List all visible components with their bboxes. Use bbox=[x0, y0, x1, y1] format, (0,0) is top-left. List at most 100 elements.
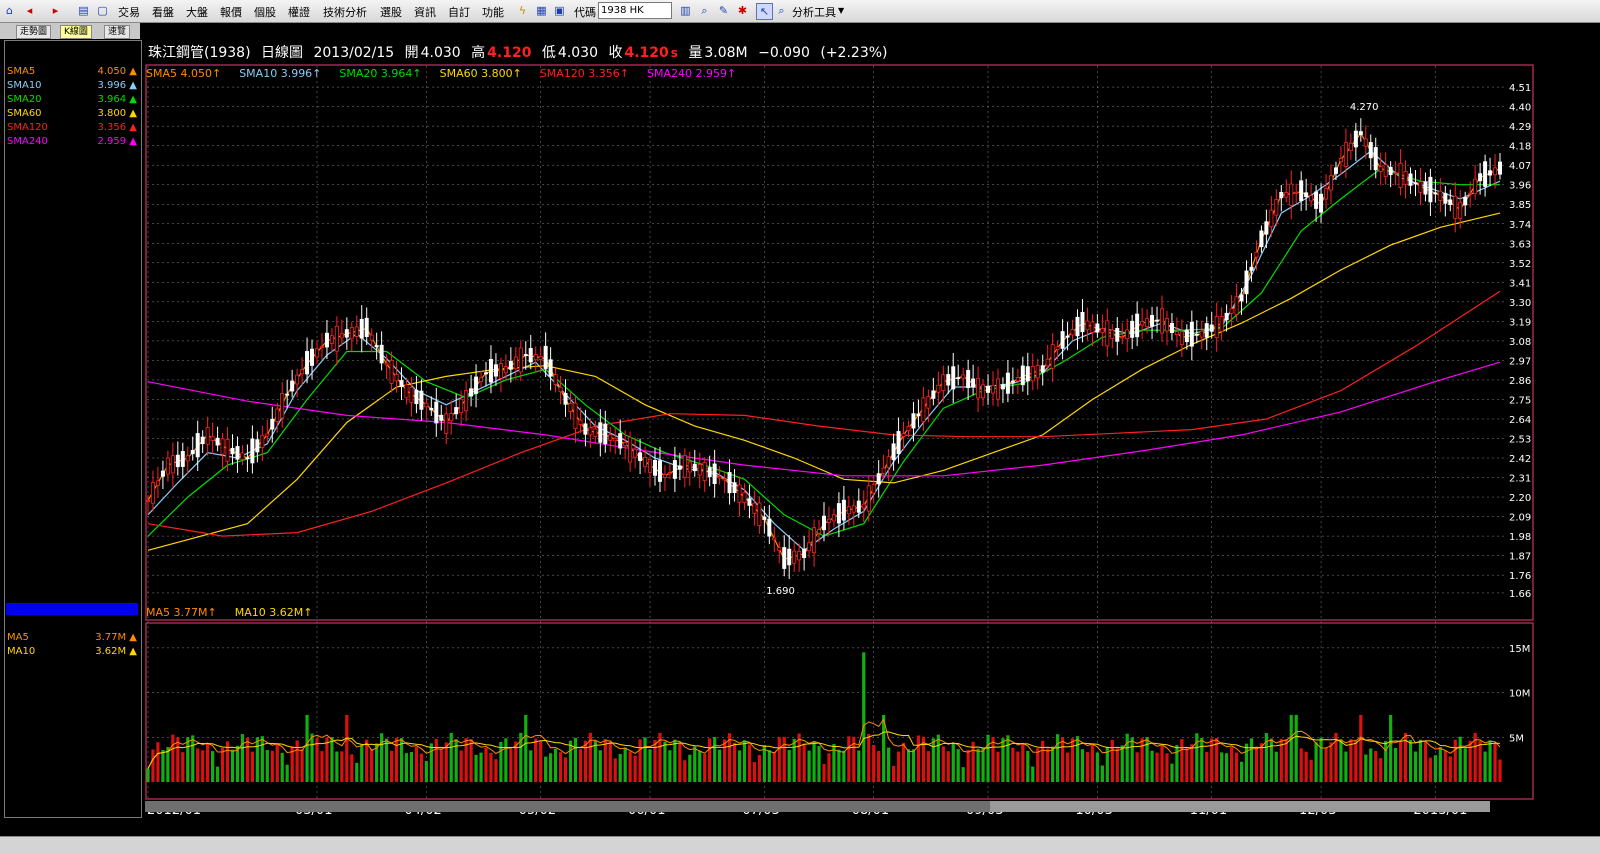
search-icon[interactable]: ⌕ bbox=[697, 3, 712, 18]
menu-item-technical[interactable]: 技術分析 bbox=[323, 4, 367, 20]
candle-body bbox=[469, 388, 474, 397]
volume-bar bbox=[1324, 747, 1328, 782]
menu-item-watch[interactable]: 看盤 bbox=[152, 4, 174, 20]
volume-bar bbox=[206, 743, 210, 782]
volume-bar bbox=[767, 750, 771, 782]
volume-header-bar bbox=[6, 603, 138, 615]
window-icon[interactable]: ▢ bbox=[95, 3, 110, 18]
candle-body bbox=[752, 502, 757, 514]
volume-bar bbox=[181, 752, 185, 782]
tab-kline[interactable]: K線圖 bbox=[60, 25, 92, 39]
volume-bar bbox=[389, 750, 394, 782]
chart-icon[interactable]: ▥ bbox=[678, 3, 693, 18]
volume-bar bbox=[752, 762, 757, 782]
tab-intraday[interactable]: 走勢圖 bbox=[16, 25, 52, 39]
back-icon[interactable]: ◂ bbox=[22, 3, 37, 18]
tool-icon[interactable]: ▣ bbox=[552, 3, 567, 18]
high-value: 4.120 bbox=[487, 45, 532, 61]
candle-body bbox=[150, 482, 155, 504]
volume-bar bbox=[1443, 750, 1447, 782]
volume-bar bbox=[693, 746, 697, 782]
candle-body bbox=[1254, 251, 1259, 258]
candle-body bbox=[831, 514, 836, 522]
volume-bar bbox=[166, 747, 170, 782]
candle-body bbox=[1488, 170, 1493, 176]
price-tick-label: 3.96 bbox=[1509, 181, 1531, 192]
candle-body bbox=[483, 372, 488, 375]
low-marker-label: 1.690 bbox=[766, 586, 795, 597]
menu-item-warrant[interactable]: 權證 bbox=[288, 4, 310, 20]
volume-bar bbox=[867, 734, 871, 782]
volume-bar bbox=[544, 756, 548, 782]
candle-body bbox=[1060, 331, 1065, 349]
volume-bar bbox=[1120, 745, 1124, 782]
candle-body bbox=[225, 439, 230, 462]
legend-entry: SMA20 3.964↑ bbox=[339, 67, 422, 80]
menu-item-stock[interactable]: 個股 bbox=[254, 4, 276, 20]
volume-bar bbox=[1339, 739, 1343, 782]
candle-body bbox=[389, 359, 394, 384]
candle-body bbox=[707, 467, 712, 478]
candle-body bbox=[687, 461, 692, 473]
candle-body bbox=[508, 360, 513, 370]
volume-bar bbox=[424, 760, 428, 782]
print-icon[interactable]: ▤ bbox=[76, 3, 91, 18]
candle-body bbox=[1433, 192, 1438, 195]
volume-bar bbox=[330, 737, 334, 782]
candle-body bbox=[310, 348, 315, 366]
volume-bar bbox=[1349, 739, 1353, 782]
calendar-icon[interactable]: ▦ bbox=[534, 3, 549, 18]
candle-body bbox=[836, 503, 841, 524]
volume-bar bbox=[176, 737, 180, 782]
menu-item-trade[interactable]: 交易 bbox=[118, 4, 140, 20]
menu-item-market[interactable]: 大盤 bbox=[186, 4, 208, 20]
volume-bar bbox=[877, 750, 881, 782]
volume-bar bbox=[345, 714, 349, 782]
pen-icon[interactable]: ✎ bbox=[716, 3, 731, 18]
candle-body bbox=[394, 373, 399, 382]
left-ma-row: SMA60 3.800 ▲ bbox=[7, 107, 137, 120]
analysis-icon[interactable]: ⌕ bbox=[774, 3, 789, 18]
legend-entry: SMA10 3.996↑ bbox=[239, 67, 322, 80]
candle-body bbox=[682, 455, 687, 478]
candle-body bbox=[608, 434, 613, 441]
forward-icon[interactable]: ▸ bbox=[48, 3, 63, 18]
menu-item-news[interactable]: 資訊 bbox=[414, 4, 436, 20]
candle-body bbox=[886, 456, 891, 468]
menu-item-quote[interactable]: 報價 bbox=[220, 4, 242, 20]
volume-bar bbox=[553, 748, 558, 782]
tab-overview[interactable]: 速覽 bbox=[104, 25, 131, 39]
volume-bar bbox=[797, 733, 801, 782]
candle-body bbox=[1483, 161, 1488, 187]
cursor-icon[interactable]: ↖ bbox=[756, 3, 773, 20]
menu-item-screen[interactable]: 選股 bbox=[380, 4, 402, 20]
volume-bar bbox=[1319, 737, 1323, 782]
candle-body bbox=[424, 402, 429, 408]
left-ma-row: SMA120 3.356 ▲ bbox=[7, 121, 137, 134]
volume-bar bbox=[1294, 714, 1298, 782]
candle-body bbox=[742, 492, 747, 503]
menu-item-custom[interactable]: 自訂 bbox=[448, 4, 470, 20]
volume-bar bbox=[310, 733, 314, 782]
analysis-tools-menu[interactable]: 分析工具 bbox=[792, 4, 836, 20]
candle-body bbox=[1055, 346, 1060, 350]
volume-bar bbox=[762, 745, 766, 782]
candle-body bbox=[757, 502, 762, 526]
volume-bar bbox=[1190, 744, 1194, 782]
left-ma-row: SMA5 4.050 ▲ bbox=[7, 65, 137, 78]
volume-bar bbox=[1095, 752, 1099, 782]
candle-body bbox=[1065, 335, 1070, 338]
lightning-icon[interactable]: ϟ bbox=[515, 3, 530, 18]
legend-entry: SMA60 3.800↑ bbox=[439, 67, 522, 80]
price-tick-label: 1.76 bbox=[1509, 571, 1531, 582]
candle-body bbox=[290, 380, 295, 392]
volume-bar bbox=[474, 754, 478, 782]
candle-body bbox=[1284, 191, 1289, 198]
menu-item-function[interactable]: 功能 bbox=[482, 4, 504, 20]
code-input[interactable]: 1938 HK bbox=[598, 2, 672, 19]
candle-body bbox=[200, 436, 205, 445]
alert-icon[interactable]: ✱ bbox=[735, 3, 750, 18]
chevron-down-icon[interactable]: ▼ bbox=[838, 6, 844, 15]
home-icon[interactable]: ⌂ bbox=[2, 3, 17, 18]
candle-body bbox=[1289, 183, 1294, 206]
